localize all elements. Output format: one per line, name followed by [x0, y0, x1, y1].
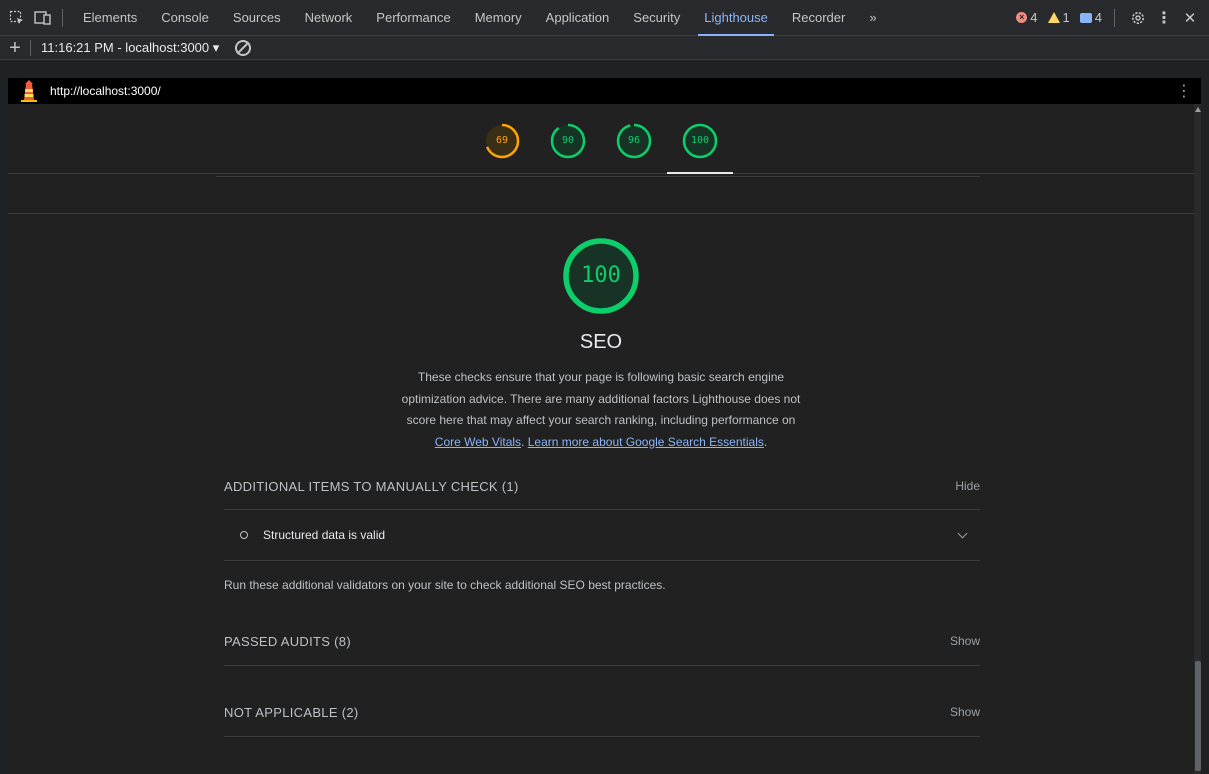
tab-network[interactable]: Network: [293, 0, 365, 36]
message-counter[interactable]: 4: [1079, 10, 1102, 25]
lighthouse-report: 69 90 96 100 100 SEO These checks ensure th…: [8, 104, 1201, 774]
message-count: 4: [1094, 10, 1102, 25]
divider: [224, 509, 980, 510]
score-header: 69 90 96 100: [8, 104, 1201, 174]
close-devtools-icon[interactable]: ✕: [1179, 7, 1201, 29]
category-gauge[interactable]: 100: [680, 121, 720, 161]
show-toggle[interactable]: Show: [950, 634, 980, 648]
error-count: 4: [1030, 10, 1038, 25]
devtools-tabbar: Elements Console Sources Network Performance…: [0, 0, 1209, 36]
inspect-element-icon[interactable]: [6, 7, 28, 29]
report-menu-kebab-icon[interactable]: ⋮: [1176, 81, 1192, 101]
lighthouse-logo-icon: [20, 80, 38, 102]
divider: [224, 665, 980, 666]
category-gauge[interactable]: 90: [548, 121, 588, 161]
toolbar-divider: [30, 39, 31, 56]
tab-lighthouse[interactable]: Lighthouse: [692, 0, 780, 36]
message-icon: [1079, 12, 1092, 23]
divider: [216, 176, 980, 177]
core-web-vitals-link[interactable]: Core Web Vitals: [435, 435, 521, 449]
warning-count: 1: [1062, 10, 1070, 25]
error-icon: ×: [1016, 12, 1028, 23]
more-tabs-button[interactable]: »: [857, 0, 888, 36]
tab-elements[interactable]: Elements: [71, 0, 149, 36]
scrollbar-thumb[interactable]: [1195, 661, 1201, 771]
report-selector-label: 11:16:21 PM - localhost:3000 ▾: [41, 39, 220, 55]
manual-checks-note: Run these additional validators on your …: [224, 578, 666, 592]
not-applicable-group-header[interactable]: NOT APPLICABLE (2) Show: [224, 702, 980, 722]
tabbar-right: × 4 1 4 ⋮ ✕: [1010, 7, 1209, 29]
tab-console[interactable]: Console: [149, 0, 221, 36]
gauge-score: 69: [495, 135, 509, 146]
report-url: http://localhost:3000/: [50, 84, 161, 98]
divider: [224, 736, 980, 737]
audit-structured-data[interactable]: Structured data is valid: [224, 511, 980, 559]
warning-counter[interactable]: 1: [1047, 10, 1070, 25]
hide-toggle[interactable]: Hide: [955, 479, 980, 493]
passed-audits-group-header[interactable]: PASSED AUDITS (8) Show: [224, 631, 980, 651]
category-gauge[interactable]: 96: [614, 121, 654, 161]
report-selector[interactable]: 11:16:21 PM - localhost:3000 ▾: [41, 40, 219, 56]
report-url-bar: http://localhost:3000/ ⋮: [8, 78, 1201, 104]
warning-icon: [1047, 12, 1060, 23]
tab-performance[interactable]: Performance: [364, 0, 462, 36]
divider: [224, 560, 980, 561]
group-title: NOT APPLICABLE (2): [224, 704, 359, 720]
toolbar-divider: [1114, 8, 1115, 27]
manual-audit-icon: [240, 531, 248, 539]
tab-application[interactable]: Application: [534, 0, 622, 36]
settings-gear-icon[interactable]: [1127, 7, 1149, 29]
divider: [8, 213, 1194, 214]
link-end: .: [763, 434, 768, 449]
device-toolbar-icon[interactable]: [32, 7, 54, 29]
active-category-indicator: [667, 172, 733, 174]
manual-checks-group-header[interactable]: ADDITIONAL ITEMS TO MANUALLY CHECK (1) H…: [224, 476, 980, 496]
description-line: These checks ensure that your page is fo…: [417, 370, 785, 384]
panel-tabs: Elements Console Sources Network Performance…: [71, 0, 857, 36]
tab-recorder[interactable]: Recorder: [780, 0, 857, 36]
learn-more-link[interactable]: Learn more about Google Search Essential…: [528, 435, 764, 449]
lighthouse-toolbar: + 11:16:21 PM - localhost:3000 ▾: [0, 36, 1209, 60]
audit-title: Structured data is valid: [263, 528, 386, 542]
error-counter[interactable]: × 4: [1016, 10, 1038, 25]
clear-reports-icon[interactable]: [235, 39, 252, 56]
scroll-up-arrow-icon[interactable]: [1195, 107, 1201, 112]
group-title: ADDITIONAL ITEMS TO MANUALLY CHECK (1): [224, 478, 519, 494]
description-line: score here that may affect your search r…: [406, 413, 796, 427]
gauge-score: 96: [627, 135, 641, 146]
new-report-plus-icon[interactable]: +: [0, 37, 30, 59]
category-score: 100: [581, 263, 621, 288]
category-title: SEO: [579, 331, 623, 353]
tab-sources[interactable]: Sources: [221, 0, 293, 36]
show-toggle[interactable]: Show: [950, 705, 980, 719]
description-line: optimization advice. There are many addi…: [401, 391, 801, 406]
category-score-gauge: 100: [561, 236, 641, 316]
gauge-score: 100: [690, 135, 710, 146]
category-gauges: 69 90 96 100: [482, 121, 720, 161]
link-separator: .: [521, 434, 528, 449]
chevron-down-icon[interactable]: [957, 528, 968, 538]
category-description: These checks ensure that your page is fo…: [366, 367, 836, 453]
tab-security[interactable]: Security: [621, 0, 692, 36]
gauge-score: 90: [561, 135, 575, 146]
description-links: Core Web Vitals. Learn more about Google…: [366, 432, 836, 454]
category-gauge[interactable]: 69: [482, 121, 522, 161]
more-options-kebab-icon[interactable]: ⋮: [1153, 7, 1175, 29]
tab-memory[interactable]: Memory: [463, 0, 534, 36]
toolbar-divider: [62, 8, 63, 27]
group-title: PASSED AUDITS (8): [224, 633, 351, 649]
